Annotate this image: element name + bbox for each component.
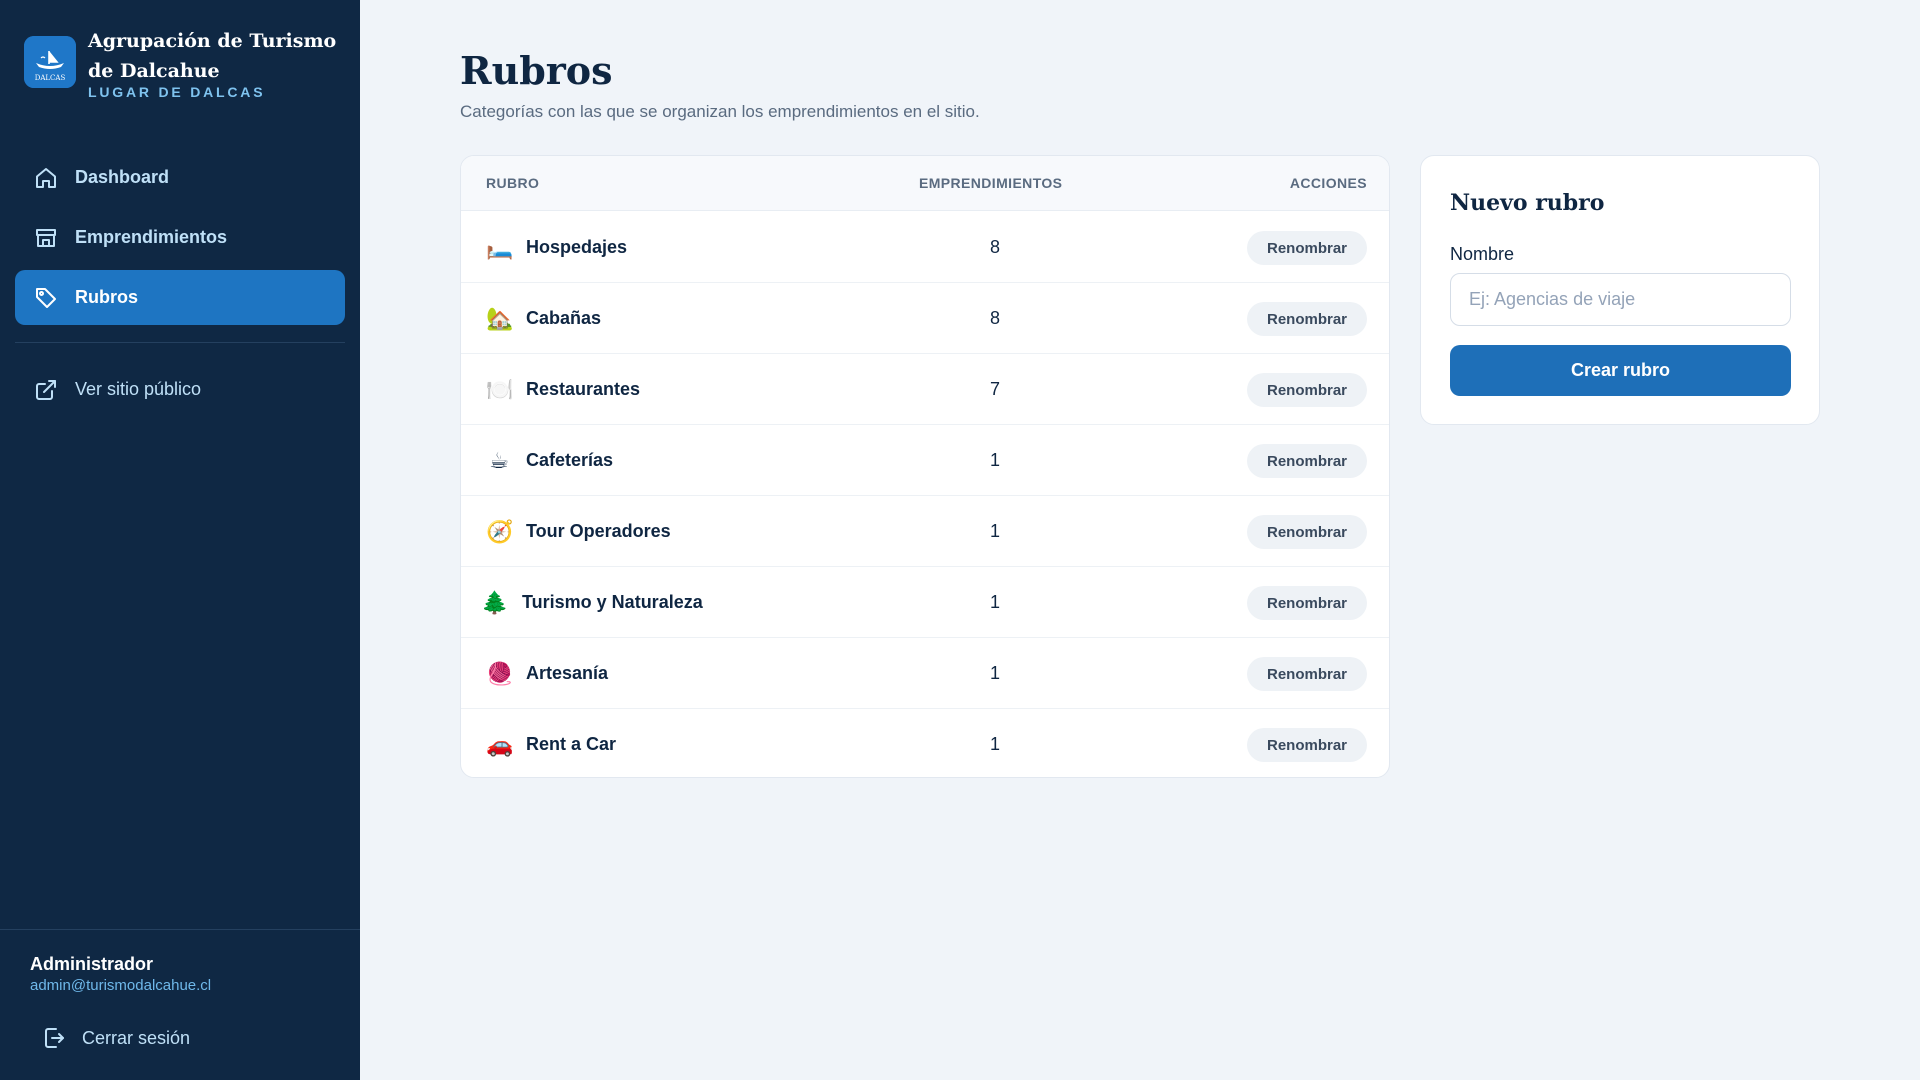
table-row: 🧶 Artesanía 1 Renombrar — [461, 638, 1389, 709]
house-icon: 🏡 — [486, 306, 514, 331]
rubro-name: Tour Operadores — [526, 521, 671, 541]
rename-button[interactable]: Renombrar — [1247, 302, 1367, 336]
public-link-wrapper: Ver sitio público — [15, 362, 345, 422]
yarn-icon: 🧶 — [486, 661, 514, 686]
compass-icon: 🧭 — [486, 519, 514, 544]
table-row: ☕ Cafeterías 1 Renombrar — [461, 425, 1389, 496]
sidebar-nav: Dashboard Emprendimientos Rubros — [15, 150, 345, 330]
table-row: 🛏️ Hospedajes 8 Renombrar — [461, 212, 1389, 283]
brand-title: Agrupación de Turismo de Dalcahue — [88, 30, 337, 82]
user-email: admin@turismodalcahue.cl — [30, 977, 212, 994]
sidebar-divider — [15, 342, 345, 343]
store-icon — [34, 226, 58, 250]
rename-button[interactable]: Renombrar — [1247, 728, 1367, 762]
logout-icon — [42, 1026, 66, 1050]
sidebar-item-label: Rubros — [75, 287, 138, 307]
table-row: 🧭 Tour Operadores 1 Renombrar — [461, 496, 1389, 567]
rename-button[interactable]: Renombrar — [1247, 586, 1367, 620]
plate-cutlery-icon: 🍽️ — [486, 377, 514, 402]
name-label: Nombre — [1450, 244, 1515, 264]
rename-button[interactable]: Renombrar — [1247, 657, 1367, 691]
rubro-name-input[interactable] — [1450, 273, 1791, 326]
rename-button[interactable]: Renombrar — [1247, 231, 1367, 265]
brand: DALCAS Agrupación de Turismo de Dalcahue… — [24, 26, 344, 106]
table-row: 🏡 Cabañas 8 Renombrar — [461, 283, 1389, 354]
table-row: 🍽️ Restaurantes 7 Renombrar — [461, 354, 1389, 425]
rubro-name: Artesanía — [526, 663, 609, 683]
external-link-icon — [34, 378, 58, 402]
rubro-name: Restaurantes — [526, 379, 641, 399]
boat-logo-icon[interactable]: DALCAS — [24, 36, 76, 88]
coffee-cup-icon: ☕ — [489, 448, 509, 473]
sidebar-item-rubros[interactable]: Rubros — [15, 270, 345, 325]
page-title: Rubros — [460, 48, 613, 93]
tag-icon — [34, 286, 58, 310]
rubro-name: Turismo y Naturaleza — [522, 592, 703, 612]
user-block: Administrador admin@turismodalcahue.cl C… — [0, 929, 360, 1080]
table-header: RUBRO EMPRENDIMIENTOS ACCIONES — [461, 156, 1389, 211]
table-row: 🚗 Rent a Car 1 Renombrar — [461, 709, 1389, 777]
page-subtitle: Categorías con las que se organizan los … — [460, 102, 980, 121]
rubro-name: Rent a Car — [526, 734, 617, 754]
view-public-site-label: Ver sitio público — [75, 379, 202, 399]
table-row: 🌲 Turismo y Naturaleza 1 Renombrar — [461, 567, 1389, 638]
car-icon: 🚗 — [486, 732, 514, 757]
user-name: Administrador — [30, 954, 154, 974]
sidebar-item-emprendimientos[interactable]: Emprendimientos — [15, 210, 345, 265]
logout-button[interactable]: Cerrar sesión — [24, 1018, 190, 1058]
rubro-name: Hospedajes — [526, 237, 628, 257]
new-rubro-form: Nuevo rubro Nombre Crear rubro — [1420, 155, 1820, 425]
sidebar-item-label: Dashboard — [75, 167, 170, 187]
rename-button[interactable]: Renombrar — [1247, 515, 1367, 549]
rename-button[interactable]: Renombrar — [1247, 444, 1367, 478]
column-header-rubro: RUBRO — [486, 175, 540, 191]
rubro-name: Cafeterías — [526, 450, 614, 470]
sidebar-item-dashboard[interactable]: Dashboard — [15, 150, 345, 205]
view-public-site-link[interactable]: Ver sitio público — [15, 362, 345, 417]
create-rubro-button[interactable]: Crear rubro — [1450, 345, 1791, 396]
sidebar: DALCAS Agrupación de Turismo de Dalcahue… — [0, 0, 360, 1080]
rubros-table: RUBRO EMPRENDIMIENTOS ACCIONES 🛏️ Hosped… — [460, 155, 1390, 778]
svg-text:DALCAS: DALCAS — [35, 74, 66, 82]
tree-icon: 🌲 — [481, 590, 509, 615]
brand-subtitle: LUGAR DE DALCAS — [88, 84, 266, 100]
rename-button[interactable]: Renombrar — [1247, 373, 1367, 407]
home-icon — [34, 166, 58, 190]
rubro-name: Cabañas — [526, 308, 602, 328]
column-header-emprendimientos: EMPRENDIMIENTOS — [919, 175, 1063, 191]
sidebar-item-label: Emprendimientos — [75, 227, 228, 247]
column-header-acciones: ACCIONES — [1289, 175, 1367, 191]
bed-icon: 🛏️ — [486, 235, 514, 260]
logout-label: Cerrar sesión — [82, 1027, 191, 1048]
form-title: Nuevo rubro — [1450, 190, 1605, 216]
